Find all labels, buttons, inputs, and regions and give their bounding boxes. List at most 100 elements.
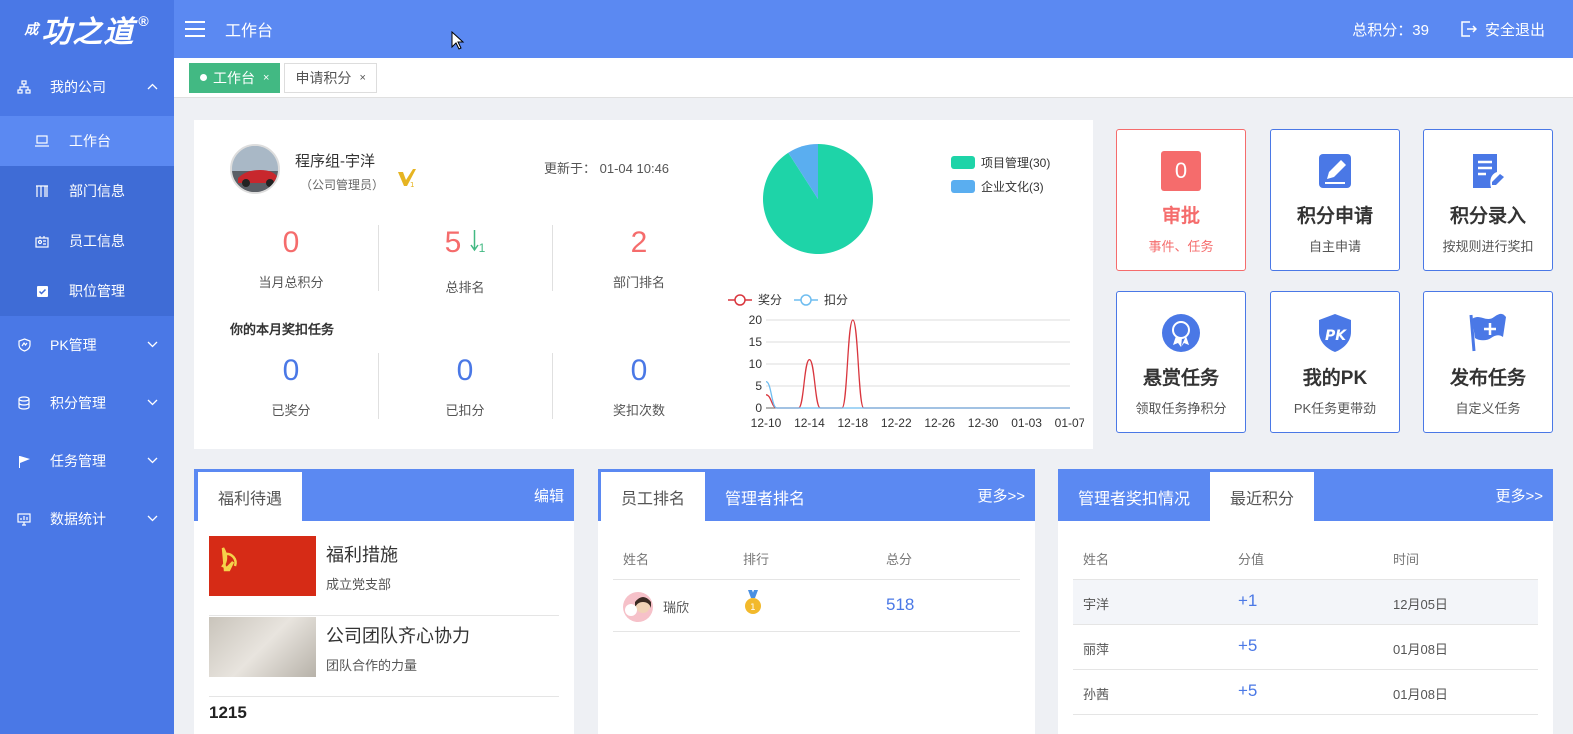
line-legend-item[interactable]: 扣分 bbox=[794, 293, 848, 307]
more-link[interactable]: 更多>> bbox=[977, 485, 1025, 506]
tab-employee-ranking[interactable]: 员工排名 bbox=[601, 472, 706, 521]
monitor-chart-icon bbox=[16, 512, 32, 526]
table-row[interactable]: 宇洋 +1 12月05日 bbox=[1073, 580, 1538, 625]
bounty-task-card[interactable]: 悬赏任务 领取任务挣积分 bbox=[1116, 291, 1246, 433]
tab-manager-ranking[interactable]: 管理者排名 bbox=[705, 472, 825, 521]
app-root: 成 功之道 ® 我的公司 工作台 部门信息 员工信息 职位管理 PK管理 积分管… bbox=[0, 0, 1573, 734]
rank-delta: 1 bbox=[470, 230, 486, 255]
table-row[interactable]: 孙茜 +5 01月08日 bbox=[1073, 670, 1538, 715]
line-chart: 奖分 扣分 0 5 10 15 20 12-10 12-14 12-18 12-22 12-26 12-… bbox=[728, 293, 1084, 430]
row-name: 瑞欣 bbox=[663, 600, 690, 615]
medal-icon bbox=[1117, 313, 1245, 353]
column-header: 排行 bbox=[743, 552, 770, 567]
table-row[interactable]: 丽萍 +5 01月08日 bbox=[1073, 625, 1538, 670]
total-score: 总积分：39 bbox=[1352, 21, 1429, 39]
pie-legend-item[interactable]: 项目管理(30) bbox=[951, 154, 1050, 171]
tab-label: 申请积分 bbox=[295, 69, 352, 86]
sidebar-group-label: 任务管理 bbox=[50, 453, 106, 469]
sidebar-item-position[interactable]: 职位管理 bbox=[0, 266, 174, 316]
tab-bar: 工作台 × 申请积分 × bbox=[174, 58, 1573, 98]
id-card-icon bbox=[34, 235, 50, 248]
sidebar: 成 功之道 ® 我的公司 工作台 部门信息 员工信息 职位管理 PK管理 积分管… bbox=[0, 0, 174, 734]
sidebar-item-workbench[interactable]: 工作台 bbox=[0, 116, 174, 166]
org-chart-icon bbox=[16, 80, 32, 94]
certificate-image bbox=[209, 617, 316, 677]
legend-swatch bbox=[951, 156, 975, 169]
legend-label: 扣分 bbox=[824, 293, 848, 307]
tab-welfare[interactable]: 福利待遇 bbox=[198, 472, 303, 521]
sidebar-group-statistics[interactable]: 数据统计 bbox=[0, 490, 174, 548]
stat-label: 总排名 bbox=[445, 280, 485, 295]
edit-link[interactable]: 编辑 bbox=[534, 485, 564, 506]
welfare-title: 福利措施 bbox=[326, 545, 398, 565]
svg-text:1: 1 bbox=[410, 181, 414, 188]
more-link[interactable]: 更多>> bbox=[1495, 485, 1543, 506]
x-tick-label: 12-30 bbox=[968, 416, 999, 430]
mouse-cursor-icon bbox=[451, 31, 465, 50]
sidebar-group-my-company[interactable]: 我的公司 bbox=[0, 58, 174, 116]
menu-toggle-icon[interactable] bbox=[185, 21, 205, 37]
party-flag-image bbox=[209, 536, 316, 596]
tab-label: 工作台 bbox=[213, 69, 255, 86]
pie-chart bbox=[763, 144, 873, 254]
publish-task-card[interactable]: 发布任务 自定义任务 bbox=[1423, 291, 1553, 433]
table-row[interactable]: 瑞欣 1 518 bbox=[613, 580, 1020, 632]
row-name: 丽萍 bbox=[1083, 642, 1110, 657]
avatar[interactable] bbox=[230, 144, 280, 194]
sidebar-group-tasks[interactable]: 任务管理 bbox=[0, 432, 174, 490]
stat-value: 0 bbox=[456, 354, 474, 387]
tab-manager-rewards[interactable]: 管理者奖扣情况 bbox=[1058, 472, 1210, 521]
row-name: 宇洋 bbox=[1083, 597, 1110, 612]
card-subtitle: 自主申请 bbox=[1308, 239, 1361, 254]
row-time: 01月08日 bbox=[1393, 642, 1448, 657]
legend-label: 项目管理(30) bbox=[981, 156, 1051, 170]
updated-value: 01-04 10:46 bbox=[599, 161, 670, 176]
pie-legend-item[interactable]: 企业文化(3) bbox=[951, 178, 1044, 195]
row-value: +5 bbox=[1238, 681, 1258, 700]
ranking-panel: 员工排名 管理者排名 更多>> 姓名 排行 总分 瑞欣 1 518 bbox=[598, 469, 1035, 734]
row-name: 孙茜 bbox=[1083, 687, 1110, 702]
welfare-panel: 福利待遇 编辑 福利措施 成立党支部 公司团队齐心协力 团队合作的力量 1215 bbox=[194, 469, 574, 734]
welfare-title[interactable]: 1215 bbox=[209, 703, 247, 723]
stat-value: 5 bbox=[444, 226, 462, 259]
welfare-item[interactable]: 公司团队齐心协力 团队合作的力量 bbox=[209, 617, 559, 697]
chevron-down-icon bbox=[147, 339, 158, 351]
column-header: 总分 bbox=[886, 552, 913, 567]
tab-recent-points[interactable]: 最近积分 bbox=[1210, 472, 1315, 521]
stat-rewarded: 0 已奖分 bbox=[204, 354, 378, 419]
y-tick-label: 10 bbox=[749, 357, 763, 371]
points-entry-card[interactable]: 积分录入 按规则进行奖扣 bbox=[1423, 129, 1553, 271]
line-legend-item[interactable]: 奖分 bbox=[728, 293, 782, 307]
stat-value: 2 bbox=[630, 226, 648, 259]
sidebar-group-label: 数据统计 bbox=[50, 511, 106, 527]
task-section-title: 你的本月奖扣任务 bbox=[230, 322, 335, 337]
brand-logo[interactable]: 成 功之道 ® bbox=[0, 0, 174, 58]
stat-label: 奖扣次数 bbox=[612, 403, 665, 418]
logo-text: 功之道 bbox=[41, 16, 135, 49]
points-apply-card[interactable]: 积分申请 自主申请 bbox=[1270, 129, 1400, 271]
table-header: 姓名 分值 时间 bbox=[1073, 536, 1538, 580]
sidebar-item-department[interactable]: 部门信息 bbox=[0, 166, 174, 216]
approval-card[interactable]: 0 审批 事件、任务 bbox=[1116, 129, 1246, 271]
tab-workbench[interactable]: 工作台 × bbox=[189, 62, 281, 93]
sidebar-item-employee[interactable]: 员工信息 bbox=[0, 216, 174, 266]
my-pk-card[interactable]: PK 我的PK PK任务更带劲 bbox=[1270, 291, 1400, 433]
logout-button[interactable]: 安全退出 bbox=[1459, 19, 1545, 40]
y-tick-label: 20 bbox=[749, 313, 763, 327]
y-tick-label: 15 bbox=[749, 335, 763, 349]
close-icon[interactable]: × bbox=[263, 72, 269, 84]
x-tick-label: 12-22 bbox=[881, 416, 912, 430]
sidebar-group-label: 我的公司 bbox=[50, 79, 106, 95]
close-icon[interactable]: × bbox=[359, 72, 365, 84]
registered-mark: ® bbox=[138, 13, 150, 29]
sidebar-group-points[interactable]: 积分管理 bbox=[0, 374, 174, 432]
y-tick-label: 0 bbox=[755, 401, 762, 415]
sidebar-group-pk[interactable]: PK管理 bbox=[0, 316, 174, 374]
flag-plus-icon bbox=[1424, 313, 1552, 353]
rank-delta-value: 1 bbox=[478, 241, 486, 255]
tab-apply-points[interactable]: 申请积分 × bbox=[284, 62, 377, 93]
sidebar-item-label: 职位管理 bbox=[69, 283, 125, 299]
card-subtitle: 自定义任务 bbox=[1455, 401, 1521, 416]
vip-badge-icon: 1 bbox=[397, 168, 417, 191]
welfare-item[interactable]: 福利措施 成立党支部 bbox=[209, 536, 559, 616]
